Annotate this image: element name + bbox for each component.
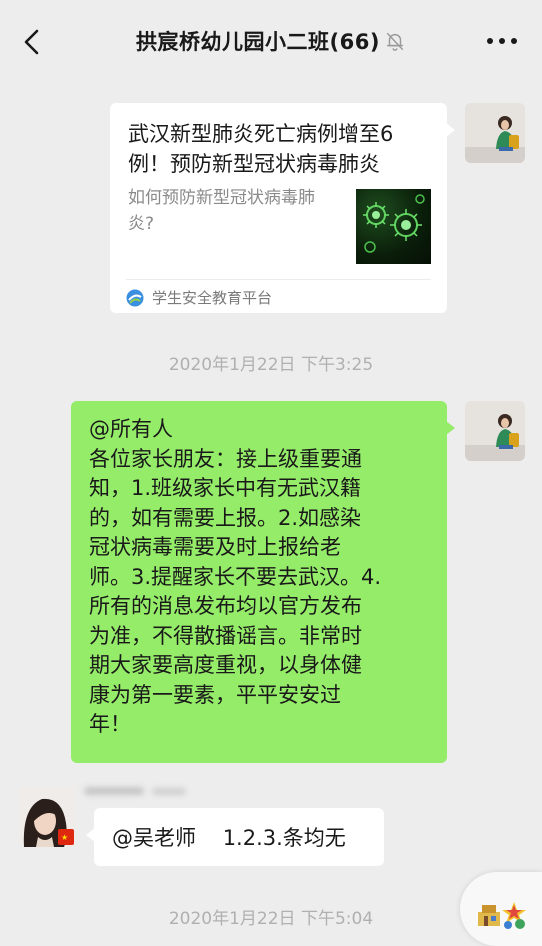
message-timestamp: 2020年1月22日 下午3:25: [168, 355, 374, 375]
message-line: 冠状病毒需要及时上报给老: [89, 535, 341, 559]
sender-name: [82, 781, 202, 803]
avatar[interactable]: ★: [18, 787, 76, 847]
message-line: 的，如有需要上报。2.如感染: [89, 505, 362, 530]
link-title: 武汉新型肺炎死亡病例增至6例！预防新型冠状病毒肺炎: [128, 122, 394, 176]
link-source-name: 学生安全教育平台: [152, 289, 273, 307]
virus-image: [356, 189, 431, 264]
avatar[interactable]: [465, 103, 525, 163]
message-line: @所有人: [89, 417, 173, 441]
link-description: 如何预防新型冠状病毒肺炎?: [128, 188, 315, 234]
bell-muted-icon: [386, 32, 404, 51]
message-bubble-self[interactable]: @所有人 各位家长朋友：接上级重要通 知，1.班级家长中有无武汉籍 的，如有需要…: [71, 401, 455, 763]
message-line: 年！: [89, 712, 131, 736]
building-star-icon: [478, 902, 526, 929]
message-line: 知，1.班级家长中有无武汉籍: [89, 476, 362, 500]
chat-title: 拱宸桥幼儿园小二班(66): [136, 30, 380, 54]
chevron-left-icon[interactable]: [20, 28, 44, 56]
svg-text:★: ★: [61, 833, 68, 842]
message-line: 为准，不得散播谣言。非常时: [89, 623, 362, 648]
message-line: 各位家长朋友：接上级重要通: [89, 446, 362, 471]
shield-logo-icon: [126, 289, 144, 306]
link-source: 学生安全教育平台: [126, 287, 272, 308]
avatar-photo: [465, 401, 525, 461]
message-line: 师。3.提醒家长不要去武汉。4.: [89, 564, 382, 589]
message-line: 所有的消息发布均以官方发布: [89, 594, 362, 618]
link-card[interactable]: 武汉新型肺炎死亡病例增至6例！预防新型冠状病毒肺炎 如何预防新型冠状病毒肺炎?: [110, 103, 455, 313]
chat-header: 拱宸桥幼儿园小二班(66): [0, 0, 542, 82]
avatar-photo: ★: [18, 787, 76, 847]
link-divider: [126, 279, 431, 280]
message-line: 康为第一要素，平平安安过: [89, 682, 341, 707]
message-bubble-other[interactable]: @吴老师 1.2.3.条均无: [86, 808, 384, 866]
avatar[interactable]: [465, 401, 525, 461]
avatar-photo: [465, 103, 525, 163]
more-horizontal-icon[interactable]: [486, 36, 518, 46]
chat-title-group: 拱宸桥幼儿园小二班(66): [136, 26, 406, 56]
floating-shortcut-button[interactable]: [460, 872, 542, 946]
message-line: 期大家要高度重视，以身体健: [89, 653, 362, 677]
